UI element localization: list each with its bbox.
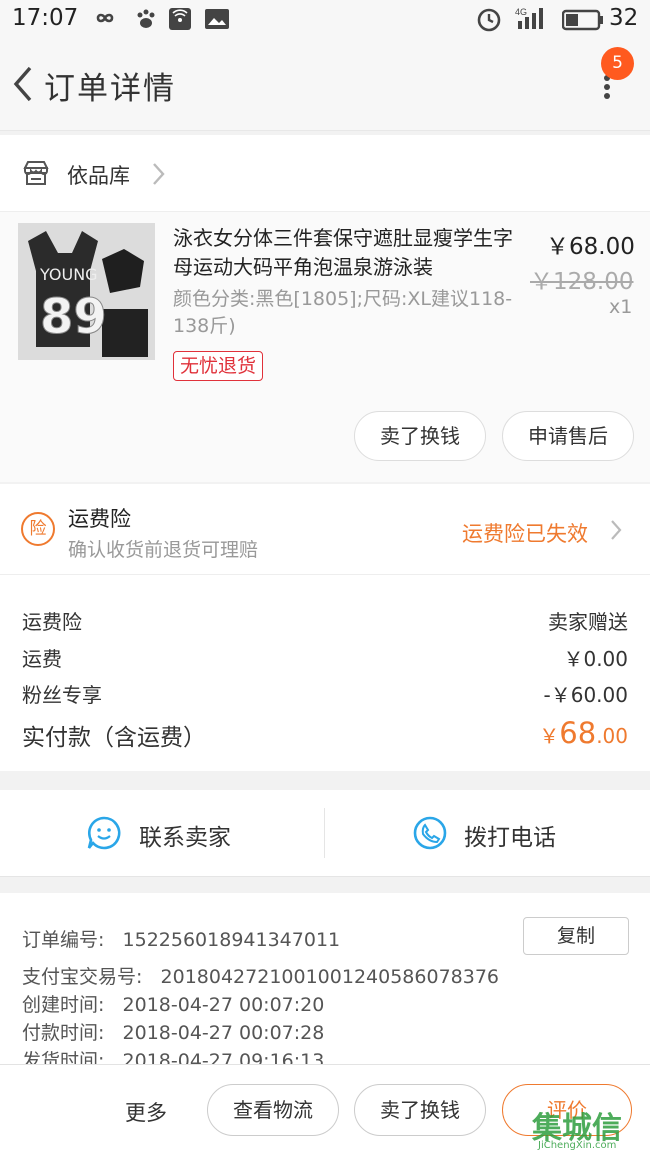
total-paid-amount: ￥68.00: [539, 716, 628, 750]
phone-icon: [412, 815, 448, 855]
thumb-young-text: YOUNG: [39, 265, 98, 284]
sell-for-cash-button[interactable]: 卖了换钱: [354, 411, 486, 461]
status-time: 17:07: [12, 5, 79, 31]
total-integer: 68: [559, 716, 597, 750]
fee-value-insurance: 卖家赠送: [548, 610, 628, 634]
product-thumbnail[interactable]: YOUNG 89: [18, 223, 155, 360]
total-currency: ￥: [539, 724, 560, 748]
shop-name[interactable]: 依品库: [67, 160, 130, 190]
created-value: 2018-04-27 00:07:20: [122, 994, 325, 1016]
alarm-icon: [476, 7, 502, 38]
more-button[interactable]: 更多: [125, 1097, 167, 1127]
notification-badge: 5: [601, 47, 634, 80]
insurance-subtitle: 确认收货前退货可理赔: [68, 539, 259, 561]
product-spec: 颜色分类:黑色[1805];尺码:XL建议118-138斤): [173, 288, 513, 337]
created-time-line: 创建时间: 2018-04-27 00:07:20: [22, 990, 324, 1017]
order-number-label: 订单编号:: [22, 929, 105, 951]
paid-time-line: 付款时间: 2018-04-27 00:07:28: [22, 1018, 324, 1045]
no-worry-return-tag: 无忧退货: [173, 351, 264, 381]
battery-icon: [561, 9, 604, 36]
chevron-right-icon: [150, 161, 166, 191]
fee-label-fan-discount: 粉丝专享: [22, 683, 102, 707]
created-label: 创建时间:: [22, 994, 105, 1016]
product-price: ￥68.00: [546, 234, 635, 260]
fee-value-fan-discount: -￥60.00: [543, 683, 628, 707]
order-number-value: 152256018941347011: [122, 929, 341, 951]
view-logistics-button[interactable]: 查看物流: [207, 1084, 339, 1136]
contact-seller-button[interactable]: 联系卖家: [139, 818, 231, 852]
alipay-value: 2018042721001001240586078376: [160, 966, 500, 988]
signal-icon: 4G: [514, 5, 550, 38]
insurance-icon: 险: [21, 512, 55, 546]
alipay-label: 支付宝交易号:: [22, 966, 143, 988]
image-notification-icon: [204, 7, 230, 36]
insurance-status[interactable]: 运费险已失效: [462, 518, 588, 548]
alipay-line: 支付宝交易号: 2018042721001001240586078376: [22, 962, 499, 989]
fee-label-insurance: 运费险: [22, 610, 82, 634]
store-icon: [22, 160, 50, 190]
paid-value: 2018-04-27 00:07:28: [122, 1022, 325, 1044]
original-price: ￥128.00: [530, 269, 634, 295]
chevron-left-icon: [13, 66, 32, 102]
chat-bubble-icon: [86, 815, 122, 855]
insurance-title: 运费险: [68, 507, 131, 531]
back-button[interactable]: [8, 64, 38, 104]
call-phone-button[interactable]: 拨打电话: [464, 818, 556, 852]
page-title: 订单详情: [44, 71, 176, 107]
network-type: 4G: [515, 7, 527, 17]
fee-value-shipping: ￥0.00: [563, 647, 628, 671]
order-number-line: 订单编号: 152256018941347011: [22, 925, 340, 952]
after-sale-button[interactable]: 申请售后: [502, 411, 634, 461]
product-title[interactable]: 泳衣女分体三件套保守遮肚显瘦学生字母运动大码平角泡温泉游泳装: [173, 224, 523, 282]
contact-divider: [324, 808, 325, 858]
fee-label-shipping: 运费: [22, 647, 62, 671]
watermark-url: JiChengXin.com: [538, 1140, 617, 1151]
paw-icon: [134, 7, 158, 36]
wifi-hotspot-icon: [168, 7, 192, 36]
paid-label: 付款时间:: [22, 1022, 105, 1044]
total-paid-label: 实付款（含运费）: [22, 725, 206, 751]
total-decimal: .00: [596, 724, 628, 748]
sell-for-cash-bottom-button[interactable]: 卖了换钱: [354, 1084, 486, 1136]
infinity-icon: [90, 7, 120, 34]
thumb-number-text: 89: [40, 289, 107, 345]
battery-level: 32: [609, 5, 639, 31]
chevron-right-icon: [609, 518, 623, 546]
copy-order-number-button[interactable]: 复制: [523, 917, 629, 955]
product-quantity: x1: [609, 296, 633, 318]
